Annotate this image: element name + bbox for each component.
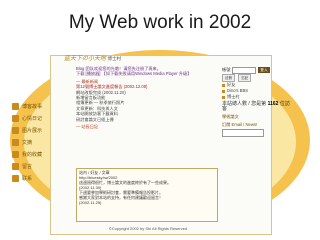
- login-row: 帳號 登入: [222, 66, 292, 74]
- nav-item-label: 留言: [22, 163, 33, 170]
- site-logo-sub: 博士村: [107, 56, 122, 61]
- papers-link[interactable]: 學術論文: [222, 114, 292, 119]
- site-logo[interactable]: 蓝天下の小天地 博士村: [64, 53, 184, 65]
- bookmark-icon: [12, 150, 19, 158]
- link-label: 博士村: [227, 94, 240, 100]
- slide-title: My Web work in 2002: [68, 12, 252, 33]
- article-icon: [12, 138, 19, 146]
- blog-icon: [12, 102, 19, 110]
- register-button[interactable]: 註冊: [222, 74, 235, 82]
- site-logo-text: 蓝天下の小天地: [64, 56, 107, 62]
- mail-icon: [12, 174, 19, 182]
- login-label: 帳號: [222, 67, 231, 73]
- bullet-icon: [222, 95, 225, 99]
- auth-buttons: 註冊 忘記: [222, 74, 292, 82]
- nav-item-label: 我的收藏: [22, 151, 43, 158]
- main-content: Blog 团队欢迎您的光临！请您先注册了再来。 下载 [播放器] 【如下载失败请…: [76, 66, 218, 129]
- link-village[interactable]: 博士村: [222, 94, 292, 100]
- link-label: 好友: [227, 82, 236, 88]
- nav-item-favorites[interactable]: 我的收藏: [12, 148, 58, 160]
- copyright-footer: ©Copyright 2002 by Shi All Rights Reserv…: [108, 226, 188, 231]
- subscribe-input[interactable]: [222, 128, 264, 137]
- link-label: Dino's BBS: [227, 88, 249, 94]
- right-panel: 帳號 登入 註冊 忘記 好友 Dino's BBS 博士村 本站總人數 / 您是…: [222, 66, 292, 137]
- nav-item-guestbook[interactable]: 留言: [12, 160, 58, 172]
- counter-value: 1162: [267, 101, 279, 107]
- message-icon: [12, 162, 19, 170]
- nav-item-label: 文摘: [22, 139, 33, 146]
- diary-icon: [12, 114, 19, 122]
- nav-item-photos[interactable]: 图片展示: [12, 124, 58, 136]
- counter-label: 本站總人數 / 您是第: [222, 101, 267, 107]
- forgot-button[interactable]: 忘記: [238, 74, 252, 82]
- news-item[interactable]: 研討會論文已經上傳: [76, 117, 218, 122]
- photo-icon: [12, 126, 19, 134]
- nav-item-articles[interactable]: 文摘: [12, 136, 58, 148]
- subscribe-label: 訂閱 Email / News!: [222, 121, 258, 127]
- login-input[interactable]: [232, 66, 257, 74]
- message-line: (2002.11.25): [79, 200, 102, 205]
- bullet-icon: [222, 89, 225, 93]
- nav-item-label: 图片展示: [22, 127, 43, 134]
- login-button[interactable]: 登入: [258, 67, 270, 73]
- bullet-icon: [222, 83, 225, 87]
- left-nav: 博客故事 心情日记 图片展示 文摘 我的收藏 留言 联系: [12, 100, 58, 184]
- nav-item-label: 联系: [22, 175, 33, 182]
- nav-item-label: 心情日记: [22, 115, 43, 122]
- nav-item-label: 博客故事: [22, 103, 43, 110]
- download-link[interactable]: 下载 [播放器] 【如下载失败请用Windows Media Player 升级…: [76, 71, 218, 76]
- diary-message-box[interactable]: 站內 / 好友 / 文章 http://bluesky.tw/2002 這週過得…: [76, 168, 218, 222]
- nav-item-diary[interactable]: 心情日记: [12, 112, 58, 124]
- visitor-counter: 本站總人數 / 您是第 1162 位訪客: [222, 101, 292, 112]
- nav-item-blog[interactable]: 博客故事: [12, 100, 58, 112]
- nav-item-contact[interactable]: 联系: [12, 172, 58, 184]
- section-heading-diary: — 站長日記: [76, 124, 99, 130]
